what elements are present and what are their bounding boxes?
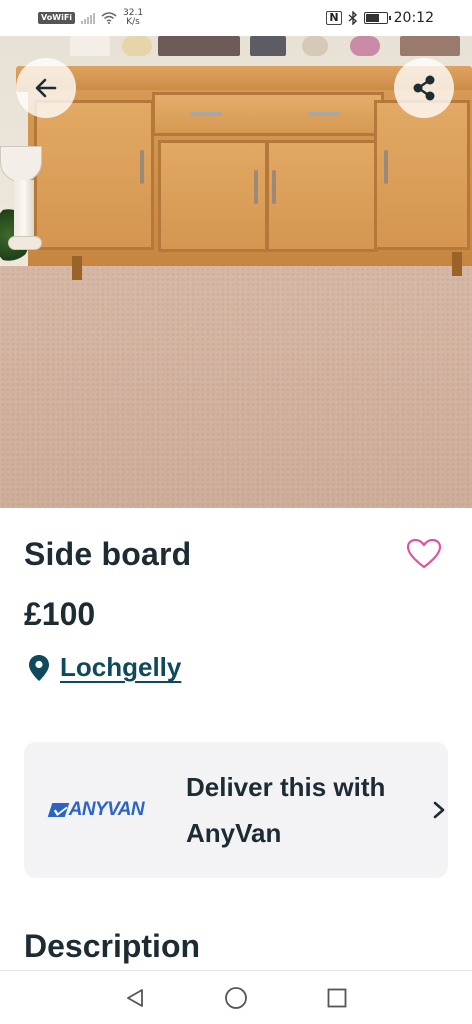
speed-unit: K/s xyxy=(126,17,140,27)
photo-shelf-items xyxy=(40,36,472,58)
description-heading: Description xyxy=(24,928,201,964)
nav-home-button[interactable] xyxy=(223,985,249,1011)
share-button[interactable] xyxy=(394,58,454,118)
battery-icon xyxy=(363,12,391,24)
anyvan-mark-icon xyxy=(47,803,70,817)
delivery-text: Deliver this with AnyVan xyxy=(186,772,386,848)
anyvan-logo-text: ANYVAN xyxy=(68,799,145,820)
chevron-right-icon xyxy=(433,801,445,819)
wifi-icon xyxy=(101,12,117,24)
network-speed: 32.1 K/s xyxy=(123,9,143,27)
nav-back-icon xyxy=(127,989,143,1007)
anyvan-delivery-card[interactable]: ANYVAN Deliver this with AnyVan xyxy=(24,742,448,878)
photo-vase xyxy=(0,146,60,264)
network-label: VoWiFi xyxy=(38,12,76,24)
back-button[interactable] xyxy=(16,58,76,118)
nav-recents-button[interactable] xyxy=(324,985,350,1011)
heart-icon xyxy=(406,538,442,569)
clock: 20:12 xyxy=(393,10,434,26)
share-icon xyxy=(413,75,435,101)
location-link[interactable]: Lochgelly xyxy=(60,652,181,683)
nav-home-icon xyxy=(225,987,247,1009)
anyvan-logo: ANYVAN xyxy=(47,799,145,821)
nfc-icon: N xyxy=(326,11,342,25)
signal-icon xyxy=(81,12,96,24)
listing-title: Side board xyxy=(24,536,192,572)
nav-back-button[interactable] xyxy=(122,985,148,1011)
back-arrow-icon xyxy=(35,78,57,98)
status-left: VoWiFi 32.1 K/s xyxy=(38,9,143,27)
nav-recents-icon xyxy=(327,988,347,1008)
bluetooth-icon xyxy=(348,11,357,25)
system-nav-bar xyxy=(0,970,472,1024)
favourite-button[interactable] xyxy=(404,534,444,574)
listing-price: £100 xyxy=(24,596,96,632)
status-bar: VoWiFi 32.1 K/s N 20:12 xyxy=(0,0,472,36)
location-pin-icon xyxy=(29,654,49,681)
listing-location[interactable]: Lochgelly xyxy=(28,652,181,683)
status-right: N 20:12 xyxy=(326,10,434,26)
